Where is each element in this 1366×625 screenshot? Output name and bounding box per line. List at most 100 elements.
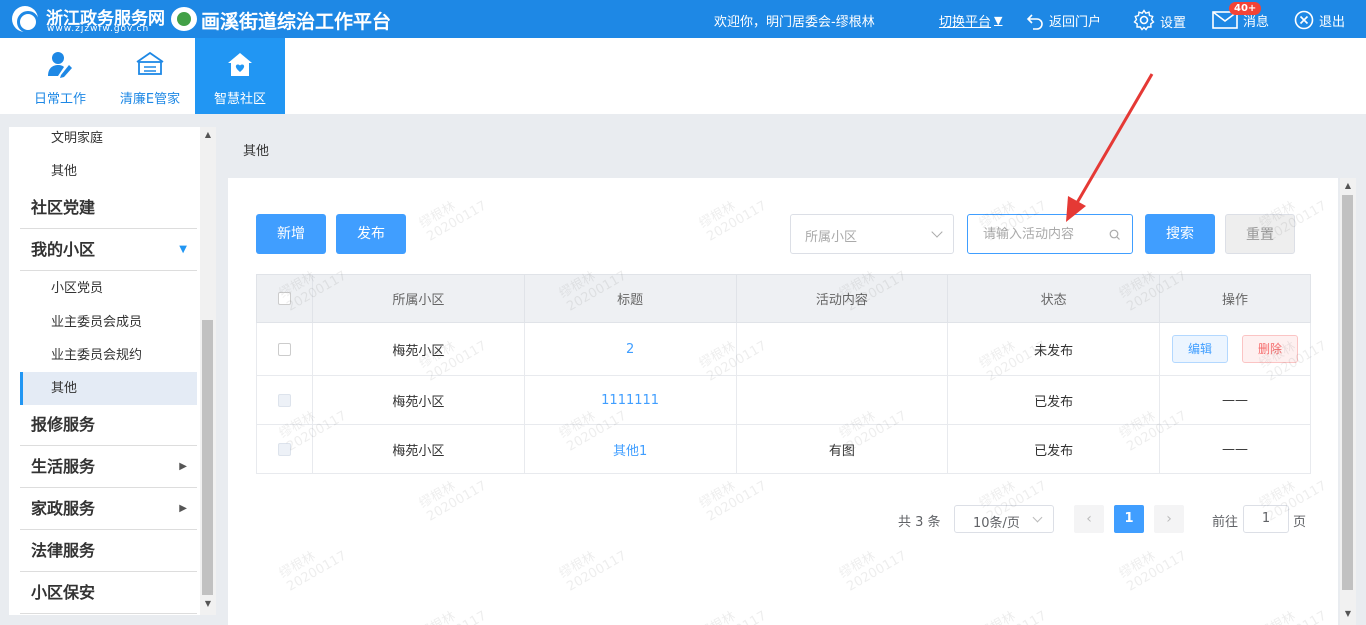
status-cell: 已发布 (947, 375, 1161, 425)
scroll-down-icon[interactable]: ▼ (200, 599, 216, 613)
close-circle-icon (1294, 10, 1314, 29)
chevron-right-icon: › (1166, 511, 1172, 527)
sidebar-item-label: 家政服务 (31, 499, 96, 518)
sidebar-item-housekeeping[interactable]: 家政服务 ▶ (20, 488, 197, 530)
next-page-button[interactable]: › (1154, 505, 1184, 533)
column-header: 状态 (947, 274, 1161, 323)
sidebar-item-party-building[interactable]: 社区党建 (20, 187, 197, 229)
activity-table: 所属小区 标题 活动内容 状态 操作 梅苑小区 2 未发布 编辑 删除 梅苑小区 … (256, 274, 1311, 474)
sidebar-item-committee-rules[interactable]: 业主委员会规约 (20, 339, 197, 372)
zjzwfw-logo-icon (12, 6, 39, 33)
sidebar-item-label: 报修服务 (31, 415, 96, 434)
chevron-down-icon (931, 226, 943, 238)
row-checkbox[interactable] (277, 342, 291, 356)
caret-down-icon: ▼ (994, 14, 1003, 27)
platform-title: 画溪街道综治工作平台 (201, 11, 392, 33)
sidebar-scroll-thumb[interactable] (202, 320, 213, 595)
message-count-badge: 40+ (1229, 2, 1262, 15)
nav-tile-label: 智慧社区 (213, 92, 266, 107)
select-all-cell (256, 274, 313, 323)
module-nav: 日常工作 清廉E管家 智慧社区 (0, 38, 1366, 114)
table-row: 梅苑小区 2 未发布 编辑 删除 (256, 322, 1311, 376)
return-portal-label: 返回门户 (1049, 15, 1102, 30)
column-header: 操作 (1159, 274, 1311, 323)
content-scroll-thumb[interactable] (1342, 195, 1353, 590)
scroll-up-icon[interactable]: ▲ (200, 130, 216, 144)
column-header: 标题 (523, 274, 737, 323)
column-header: 所属小区 (311, 274, 525, 323)
sidebar-item-repair-service[interactable]: 报修服务 (20, 404, 197, 446)
sidebar-item-party-members[interactable]: 小区党员 (20, 272, 197, 305)
search-box[interactable] (967, 214, 1133, 254)
search-icon (1109, 229, 1120, 240)
pagination-total: 共 3 条 (898, 515, 941, 530)
add-button[interactable]: 新增 (256, 214, 326, 254)
sidebar-item-life-service[interactable]: 生活服务 ▶ (20, 446, 197, 488)
user-pen-icon (48, 52, 72, 78)
sidebar-item-legal-service[interactable]: 法律服务 (20, 530, 197, 572)
settings-label: 设置 (1160, 15, 1187, 31)
page-number-current[interactable]: 1 (1114, 505, 1144, 533)
caret-right-icon: ▶ (179, 461, 187, 472)
sidebar-item-other-active[interactable]: 其他 (20, 372, 197, 405)
publish-button[interactable]: 发布 (336, 214, 406, 254)
building-icon (136, 51, 164, 75)
platform-logo-icon (171, 7, 197, 31)
breadcrumb: 其他 (243, 144, 270, 159)
switch-platform-link[interactable]: 切换平台 ▼ (939, 11, 1002, 30)
goto-page-input[interactable]: 1 (1243, 505, 1289, 533)
status-cell: 已发布 (947, 424, 1161, 474)
prev-page-button[interactable]: ‹ (1074, 505, 1104, 533)
community-cell: 梅苑小区 (311, 424, 525, 474)
table-row: 梅苑小区 其他1 有图 已发布 —— (256, 424, 1311, 474)
table-header-row: 所属小区 标题 活动内容 状态 操作 (256, 274, 1311, 323)
chevron-down-icon (1032, 512, 1043, 523)
sidebar-item-civilized-family[interactable]: 文明家庭 (20, 127, 197, 155)
content-cell: 有图 (735, 424, 949, 474)
logout-link[interactable]: 退出 (1294, 10, 1346, 30)
nav-tile-clean-manager[interactable]: 清廉E管家 (105, 38, 195, 114)
sidebar-item-security[interactable]: 小区保安 (20, 572, 197, 614)
row-checkbox-disabled (277, 442, 291, 456)
title-link[interactable]: 1111111 (601, 393, 659, 408)
community-cell: 梅苑小区 (311, 375, 525, 425)
nav-tile-label: 日常工作 (33, 92, 86, 107)
sidebar-item-owners-committee[interactable]: 业主委员会成员 (20, 306, 197, 339)
table-row: 梅苑小区 1111111 已发布 —— (256, 375, 1311, 425)
sidebar: 文明家庭 其他 社区党建 我的小区 ▼ 小区党员 业主委员会成员 业主委员会规约 … (9, 127, 216, 615)
delete-button[interactable]: 删除 (1242, 335, 1299, 363)
search-button[interactable]: 搜索 (1145, 214, 1215, 254)
edit-button[interactable]: 编辑 (1172, 335, 1229, 363)
sidebar-item-other-1[interactable]: 其他 (20, 155, 197, 188)
sidebar-item-label: 小区保安 (31, 583, 96, 602)
sidebar-item-my-community[interactable]: 我的小区 ▼ (20, 229, 197, 271)
community-select-placeholder: 所属小区 (805, 230, 858, 245)
switch-platform-label: 切换平台 (939, 15, 992, 30)
logout-label: 退出 (1319, 15, 1346, 30)
status-cell: 未发布 (947, 322, 1161, 376)
community-select[interactable]: 所属小区 (790, 214, 954, 254)
return-icon (1026, 13, 1043, 30)
row-select-cell (256, 424, 313, 474)
sidebar-item-label: 社区党建 (31, 198, 96, 217)
settings-link[interactable]: 设置 (1133, 9, 1187, 31)
reset-button[interactable]: 重置 (1225, 214, 1295, 254)
caret-right-icon: ▶ (179, 503, 187, 514)
search-input[interactable] (969, 216, 1099, 252)
row-select-cell (256, 375, 313, 425)
sidebar-item-label: 生活服务 (31, 457, 96, 476)
actions-cell: 编辑 删除 (1159, 322, 1311, 376)
actions-cell: —— (1159, 424, 1311, 474)
page-size-select[interactable]: 10条/页 (954, 505, 1054, 533)
scroll-up-icon[interactable]: ▲ (1340, 181, 1356, 195)
logo-url: www.zjzwfw.gov.cn (47, 24, 150, 34)
title-link[interactable]: 其他1 (613, 444, 647, 459)
return-portal-link[interactable]: 返回门户 (1026, 11, 1101, 30)
scroll-down-icon[interactable]: ▼ (1340, 609, 1356, 623)
nav-tile-daily-work[interactable]: 日常工作 (15, 38, 105, 114)
nav-tile-smart-community[interactable]: 智慧社区 (195, 38, 285, 114)
top-header: 浙江政务服务网 www.zjzwfw.gov.cn 画溪街道综治工作平台 欢迎你… (0, 0, 1366, 38)
select-all-checkbox[interactable] (277, 292, 291, 305)
page-suffix: 页 (1293, 515, 1307, 530)
title-link[interactable]: 2 (626, 342, 634, 357)
